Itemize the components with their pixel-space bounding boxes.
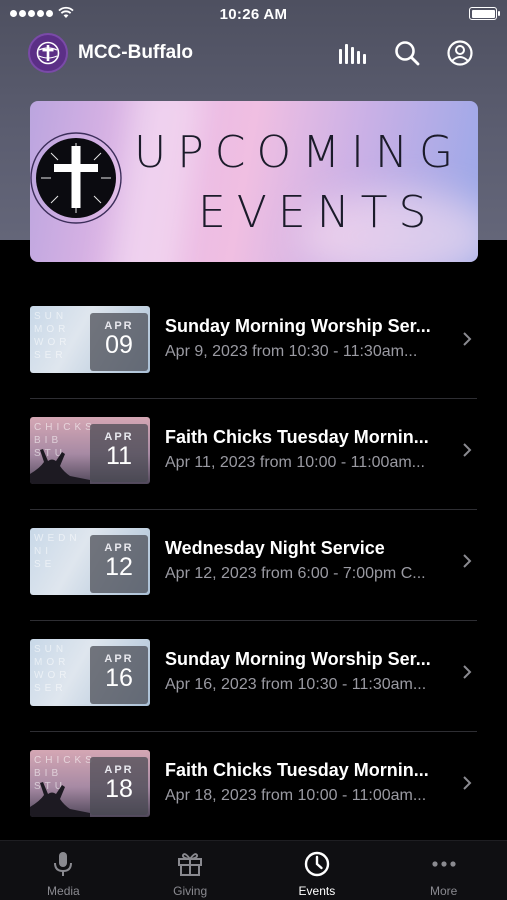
tab-events[interactable]: Events (254, 841, 381, 900)
event-day: 18 (105, 775, 133, 803)
event-thumbnail: SUN MOR WOR SER APR 16 (30, 639, 150, 706)
clock-icon (304, 851, 330, 877)
event-date-badge: APR 12 (90, 535, 148, 593)
event-subtitle: Apr 18, 2023 from 10:00 - 11:00am... (165, 787, 427, 804)
microphone-icon (54, 852, 73, 876)
event-date-badge: APR 11 (90, 424, 148, 482)
banner-title-line1: UPCOMING (134, 127, 465, 178)
search-icon[interactable] (392, 38, 422, 68)
audio-bars-icon[interactable] (337, 38, 367, 68)
event-title: Sunday Morning Worship Ser... (165, 649, 431, 669)
event-subtitle: Apr 16, 2023 from 10:30 - 11:30am... (165, 676, 427, 693)
event-title: Sunday Morning Worship Ser... (165, 316, 431, 336)
event-thumbnail: CHICKS BIB STU APR 18 (30, 750, 150, 817)
event-item[interactable]: SUN MOR WOR SER APR 09 Sunday Morning Worsh… (0, 288, 507, 399)
status-time: 10:26 AM (219, 6, 288, 23)
chevron-right-icon (463, 665, 472, 679)
event-title: Faith Chicks Tuesday Mornin... (165, 427, 429, 447)
tab-more[interactable]: More (380, 841, 507, 900)
tab-label: Events (298, 884, 336, 898)
tab-label: Giving (173, 884, 208, 898)
banner-title-line2: EVENTS (198, 187, 438, 238)
event-item[interactable]: CHICKS BIB STU APR 18 Faith Chicks Tuesday… (0, 732, 507, 843)
event-day: 11 (106, 442, 132, 470)
event-subtitle: Apr 9, 2023 from 10:30 - 11:30am... (165, 343, 418, 360)
event-title: Faith Chicks Tuesday Mornin... (165, 760, 429, 780)
chevron-right-icon (463, 332, 472, 346)
cross-icon (30, 132, 122, 224)
app-title: MCC-Buffalo (78, 42, 194, 63)
tab-giving[interactable]: Giving (127, 841, 254, 900)
event-subtitle: Apr 12, 2023 from 6:00 - 7:00pm C... (165, 565, 426, 582)
upcoming-events-banner[interactable]: UPCOMING EVENTS (30, 101, 478, 262)
event-day: 16 (105, 664, 133, 692)
globe-cross-icon (36, 41, 60, 65)
event-day: 12 (105, 553, 133, 581)
profile-icon[interactable] (445, 38, 475, 68)
event-date-badge: APR 09 (90, 313, 148, 371)
event-subtitle: Apr 11, 2023 from 10:00 - 11:00am... (165, 454, 425, 471)
event-thumbnail: CHICKS BIB STU APR 11 (30, 417, 150, 484)
tab-label: Media (47, 884, 80, 898)
worshipper-silhouette-icon (30, 449, 90, 484)
tab-label: More (429, 884, 458, 898)
event-thumbnail: WEDN NI SE APR 12 (30, 528, 150, 595)
chevron-right-icon (463, 776, 472, 790)
event-day: 09 (105, 331, 133, 359)
gift-icon (178, 853, 203, 876)
event-title: Wednesday Night Service (165, 538, 385, 558)
event-item[interactable]: SUN MOR WOR SER APR 16 Sunday Morning Worsh… (0, 621, 507, 732)
event-date-badge: APR 16 (90, 646, 148, 704)
bottom-tab-bar: Media Giving Events More (0, 840, 507, 900)
worshipper-silhouette-icon (30, 782, 90, 817)
chevron-right-icon (463, 554, 472, 568)
church-logo[interactable] (28, 33, 68, 73)
event-item[interactable]: CHICKS BIB STU APR 11 Faith Chicks Tuesday… (0, 399, 507, 510)
battery-icon (469, 7, 500, 20)
app-header: MCC-Buffalo (0, 30, 507, 76)
status-bar: 10:26 AM (0, 0, 507, 28)
more-dots-icon (432, 861, 456, 867)
event-date-badge: APR 18 (90, 757, 148, 815)
event-item[interactable]: WEDN NI SE APR 12 Wednesday Night Service … (0, 510, 507, 621)
events-list: SUN MOR WOR SER APR 09 Sunday Morning Worsh… (0, 288, 507, 843)
chevron-right-icon (463, 443, 472, 457)
tab-media[interactable]: Media (0, 841, 127, 900)
event-thumbnail: SUN MOR WOR SER APR 09 (30, 306, 150, 373)
